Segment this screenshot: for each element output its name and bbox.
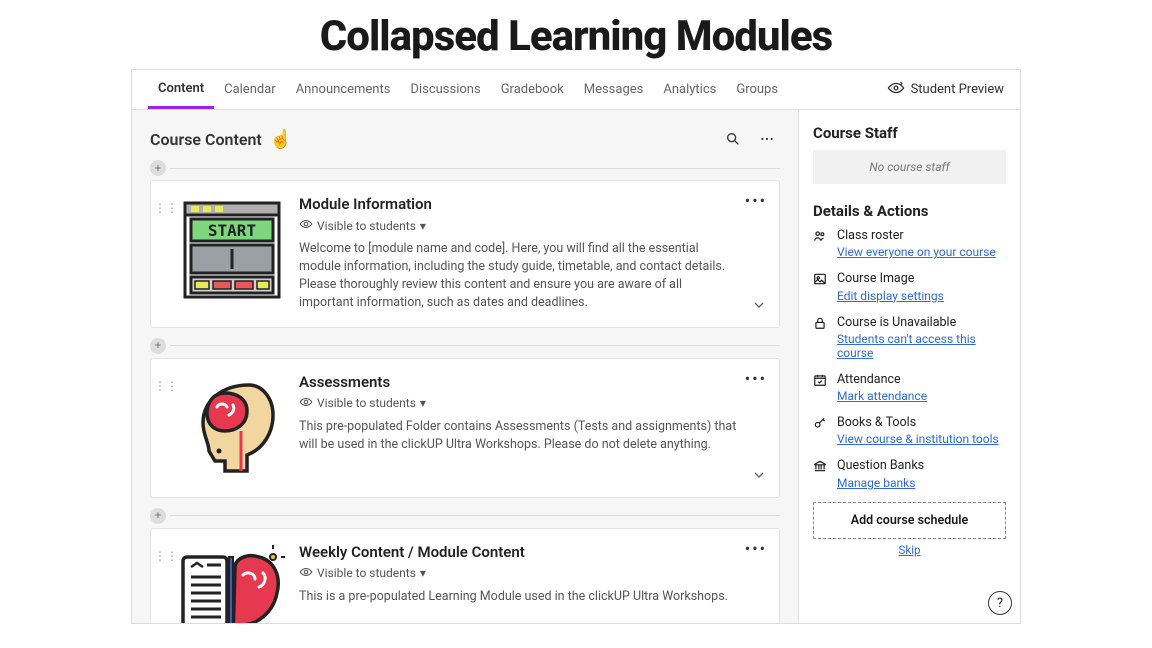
module-card: ⋮⋮ START bbox=[150, 180, 780, 328]
drag-handle-icon[interactable]: ⋮⋮ bbox=[159, 195, 173, 313]
help-button[interactable]: ? bbox=[988, 591, 1012, 615]
skip-link[interactable]: Skip bbox=[813, 543, 1006, 557]
course-availability-item: Course is Unavailable Students can't acc… bbox=[813, 315, 1006, 360]
tab-content[interactable]: Content bbox=[148, 70, 214, 109]
action-link[interactable]: View course & institution tools bbox=[837, 432, 999, 446]
module-menu-button[interactable]: ••• bbox=[745, 191, 767, 210]
plus-circle-icon[interactable]: + bbox=[150, 338, 166, 354]
add-content-strip[interactable]: + bbox=[150, 160, 780, 176]
module-image-start: START bbox=[177, 195, 287, 305]
question-mark-icon: ? bbox=[997, 596, 1003, 611]
module-description: This is a pre-populated Learning Module … bbox=[299, 588, 739, 606]
page-title: Collapsed Learning Modules bbox=[0, 0, 1152, 69]
module-menu-button[interactable]: ••• bbox=[745, 539, 767, 558]
caret-down-icon: ▾ bbox=[420, 566, 426, 580]
eye-icon bbox=[299, 217, 313, 234]
module-description: This pre-populated Folder contains Asses… bbox=[299, 418, 739, 454]
no-staff-placeholder: No course staff bbox=[813, 150, 1006, 184]
action-link[interactable]: Edit display settings bbox=[837, 289, 944, 303]
student-preview-label: Student Preview bbox=[911, 82, 1004, 97]
attendance-item: Attendance Mark attendance bbox=[813, 372, 1006, 403]
people-icon bbox=[813, 228, 829, 259]
caret-down-icon: ▾ bbox=[420, 219, 426, 233]
drag-handle-icon[interactable]: ⋮⋮ bbox=[159, 543, 173, 624]
plus-circle-icon[interactable]: + bbox=[150, 508, 166, 524]
action-label: Course is Unavailable bbox=[837, 315, 1006, 331]
action-link[interactable]: View everyone on your course bbox=[837, 245, 996, 259]
image-icon bbox=[813, 271, 829, 302]
visibility-dropdown[interactable]: Visible to students ▾ bbox=[299, 217, 739, 234]
add-content-strip[interactable]: + bbox=[150, 338, 780, 354]
books-tools-item: Books & Tools View course & institution … bbox=[813, 415, 1006, 446]
visibility-dropdown[interactable]: Visible to students ▾ bbox=[299, 565, 739, 582]
more-options-button[interactable] bbox=[754, 126, 780, 152]
module-title: Weekly Content / Module Content bbox=[299, 543, 739, 561]
course-tabbar: Content Calendar Announcements Discussio… bbox=[132, 70, 1020, 110]
plus-circle-icon[interactable]: + bbox=[150, 160, 166, 176]
tab-gradebook[interactable]: Gradebook bbox=[491, 70, 574, 109]
action-link[interactable]: Students can't access this course bbox=[837, 332, 1006, 360]
visibility-dropdown[interactable]: Visible to students ▾ bbox=[299, 395, 739, 412]
tab-messages[interactable]: Messages bbox=[574, 70, 654, 109]
tab-announcements[interactable]: Announcements bbox=[286, 70, 401, 109]
visibility-text: Visible to students bbox=[317, 219, 416, 233]
action-link[interactable]: Mark attendance bbox=[837, 389, 927, 403]
module-card: ⋮⋮ Assessments Visible to students bbox=[150, 358, 780, 498]
pointing-hand-icon: ☝️ bbox=[270, 129, 292, 150]
visibility-text: Visible to students bbox=[317, 396, 416, 410]
eye-refresh-icon bbox=[887, 79, 905, 101]
expand-chevron-icon[interactable] bbox=[751, 467, 767, 487]
drag-handle-icon[interactable]: ⋮⋮ bbox=[159, 373, 173, 483]
module-description: Welcome to [module name and code]. Here,… bbox=[299, 240, 739, 313]
add-schedule-button[interactable]: Add course schedule bbox=[813, 502, 1006, 539]
visibility-text: Visible to students bbox=[317, 566, 416, 580]
expand-chevron-icon[interactable] bbox=[751, 297, 767, 317]
tab-calendar[interactable]: Calendar bbox=[214, 70, 286, 109]
tab-discussions[interactable]: Discussions bbox=[400, 70, 490, 109]
add-content-strip[interactable]: + bbox=[150, 508, 780, 524]
search-button[interactable] bbox=[720, 126, 746, 152]
svg-text:START: START bbox=[208, 221, 256, 240]
course-staff-heading: Course Staff bbox=[813, 124, 1006, 142]
course-image-item: Course Image Edit display settings bbox=[813, 271, 1006, 302]
module-title: Module Information bbox=[299, 195, 739, 213]
action-label: Question Banks bbox=[837, 458, 924, 474]
module-image-brain bbox=[177, 373, 287, 483]
app-frame: Content Calendar Announcements Discussio… bbox=[131, 69, 1021, 624]
action-label: Course Image bbox=[837, 271, 944, 287]
sidebar: Course Staff No course staff Details & A… bbox=[798, 110, 1020, 623]
action-link[interactable]: Manage banks bbox=[837, 476, 924, 490]
bank-icon bbox=[813, 458, 829, 489]
module-image-weekly bbox=[177, 543, 287, 624]
lock-icon bbox=[813, 315, 829, 360]
action-label: Class roster bbox=[837, 228, 996, 244]
key-icon bbox=[813, 415, 829, 446]
eye-icon bbox=[299, 565, 313, 582]
module-menu-button[interactable]: ••• bbox=[745, 369, 767, 388]
student-preview-button[interactable]: Student Preview bbox=[887, 79, 1004, 101]
module-card: ⋮⋮ bbox=[150, 528, 780, 624]
question-banks-item: Question Banks Manage banks bbox=[813, 458, 1006, 489]
course-content-heading: Course Content bbox=[150, 130, 262, 149]
calendar-check-icon bbox=[813, 372, 829, 403]
eye-icon bbox=[299, 395, 313, 412]
tab-analytics[interactable]: Analytics bbox=[653, 70, 726, 109]
module-title: Assessments bbox=[299, 373, 739, 391]
tab-groups[interactable]: Groups bbox=[726, 70, 788, 109]
action-label: Books & Tools bbox=[837, 415, 999, 431]
details-actions-heading: Details & Actions bbox=[813, 202, 1006, 220]
main-content-area: Course Content ☝️ + ⋮⋮ bbox=[132, 110, 798, 623]
caret-down-icon: ▾ bbox=[420, 396, 426, 410]
class-roster-item: Class roster View everyone on your cours… bbox=[813, 228, 1006, 259]
action-label: Attendance bbox=[837, 372, 927, 388]
